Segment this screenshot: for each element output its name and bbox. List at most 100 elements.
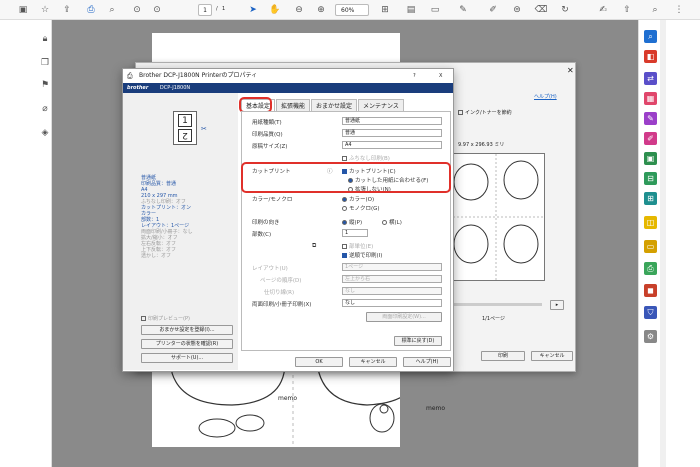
close-icon[interactable]: ✕ (567, 66, 574, 75)
border-line-select[interactable]: なし (342, 287, 442, 295)
properties-title-bar: ⎙ Brother DCP-J1800N Printerのプロパティ ? X (123, 69, 453, 83)
document-icon[interactable]: ▤ (404, 3, 418, 17)
page-indicator: 1/1ページ (482, 316, 505, 322)
note-icon[interactable]: ▭ (644, 240, 657, 253)
tab-maintenance[interactable]: メンテナンス (358, 99, 404, 111)
sticky-note-icon[interactable]: ✎ (456, 3, 470, 17)
next-page-button[interactable]: ▸ (550, 300, 564, 310)
scan-icon[interactable]: ⊟ (644, 172, 657, 185)
combine-icon[interactable]: ⊞ (644, 192, 657, 205)
search-tool-icon[interactable]: ⌕ (644, 30, 657, 43)
ok-button[interactable]: OK (295, 357, 343, 367)
page-slider[interactable] (452, 303, 542, 306)
sign-icon[interactable]: ✍ (596, 3, 610, 17)
zoom-in-icon[interactable]: ⊕ (314, 3, 328, 17)
comment-tool-icon[interactable]: ✐ (644, 132, 657, 145)
delete-icon[interactable]: ⌫ (534, 3, 548, 17)
ink-saver-checkbox[interactable]: インク/トナーを節約 (458, 109, 512, 116)
page-order-select[interactable]: 左上から右 (342, 275, 442, 283)
duplex-select[interactable]: なし (342, 299, 442, 307)
share-icon[interactable]: ⇧ (620, 3, 634, 17)
more-tools-icon[interactable]: ⚙ (644, 330, 657, 343)
stamp-icon[interactable]: ⊜ (510, 3, 524, 17)
restore-default-button[interactable]: 標準に戻す(D) (394, 336, 442, 346)
model-name: DCP-J1800N (159, 85, 191, 91)
register-preset-button[interactable]: おまかせ設定を登録(I)... (141, 325, 233, 335)
settings-summary-pane: 1 2 ✂ 普通紙 印刷品質：普通 A4 210 x 297 mm ふちなし印刷… (123, 93, 238, 370)
info-line: 透かし：オフ (141, 253, 172, 259)
printer-icon: ⎙ (127, 72, 133, 80)
orientation-label: 印刷の向き (252, 220, 280, 226)
page-total: 1 (222, 6, 226, 12)
print-button[interactable]: 印刷 (481, 351, 525, 361)
print-icon[interactable]: ⎙ (84, 3, 98, 17)
check-status-button[interactable]: プリンターの状態を確認(R) (141, 339, 233, 349)
close-window-button[interactable]: X (439, 69, 442, 83)
attachment-icon[interactable]: ⌀ (38, 104, 52, 118)
comment-icon[interactable]: ▭ (428, 3, 442, 17)
reverse-order-checkbox[interactable]: 逆順で印刷(I) (342, 251, 382, 259)
cancel-print-button[interactable]: キャンセル (531, 351, 573, 361)
landscape-radio[interactable]: 横(L) (382, 218, 402, 226)
zoom-out-icon[interactable]: ⊖ (292, 3, 306, 17)
paper-size-text: 9.97 x 296.93 ミリ (458, 142, 505, 148)
protect-icon[interactable]: ⛉ (644, 306, 657, 319)
tab-advanced[interactable]: 拡張機能 (276, 99, 311, 111)
mono-radio[interactable]: モノクロ(G) (342, 204, 380, 212)
lock-icon[interactable]: 🔒︎ (38, 34, 52, 48)
fill-sign-icon[interactable]: ✎ (644, 112, 657, 125)
support-button[interactable]: サポート(U)... (141, 353, 233, 363)
copies-input[interactable]: 1 (342, 229, 368, 237)
search-tools-icon[interactable]: ⌕ (648, 3, 662, 17)
brand-logo: brother (127, 85, 149, 91)
print-quality-label: 印刷品質(Q) (252, 132, 283, 138)
upload-icon[interactable]: ⇪ (60, 3, 74, 17)
paper-preview-icon: 1 2 (173, 111, 197, 145)
help-button[interactable]: ヘルプ(H) (403, 357, 451, 367)
color-radio[interactable]: カラー(O) (342, 195, 374, 203)
bookmark-star-icon[interactable]: ☆ (38, 3, 52, 17)
print-preview-checkbox[interactable]: 印刷プレビュー(P) (141, 315, 190, 322)
settings-info-list: 普通紙 印刷品質：普通 A4 210 x 297 mm ふちなし印刷：オフ カッ… (141, 175, 193, 259)
printer-properties-dialog: ⎙ Brother DCP-J1800N Printerのプロパティ ? X b… (122, 68, 454, 372)
print-production-icon[interactable]: ⎙ (644, 262, 657, 275)
help-question-button[interactable]: ? (413, 69, 416, 83)
export-pdf-icon[interactable]: ⇄ (644, 72, 657, 85)
create-pdf-icon[interactable]: ◧ (644, 50, 657, 63)
page-number-input[interactable]: 1 (198, 4, 212, 16)
collate-checkbox[interactable]: 部単位(E) (342, 242, 373, 250)
page-down-icon[interactable]: ⊙ (150, 3, 164, 17)
media-type-select[interactable]: 普通紙 (342, 117, 442, 125)
search-icon[interactable]: ⌕ (105, 3, 119, 17)
paper-size-label: 原稿サイズ(Z) (252, 144, 288, 150)
paper-size-select[interactable]: A4 (342, 141, 442, 149)
more-icon[interactable]: ⋮ (672, 3, 686, 17)
compress-icon[interactable]: ◫ (644, 216, 657, 229)
help-link[interactable]: ヘルプ(H) (534, 93, 557, 100)
memo-text-right: memo (426, 405, 446, 412)
tools-scrollbar[interactable] (660, 20, 666, 467)
select-cursor-icon[interactable]: ➤ (246, 3, 260, 17)
page-up-icon[interactable]: ⊙ (130, 3, 144, 17)
pages-thumbnail-icon[interactable]: ❐ (38, 58, 52, 72)
redact-icon[interactable]: ◼ (644, 284, 657, 297)
save-icon[interactable]: ▣ (16, 3, 30, 17)
layout-label: レイアウト(U) (252, 266, 288, 272)
fit-page-icon[interactable]: ⊞ (378, 3, 392, 17)
print-quality-select[interactable]: 普通 (342, 129, 442, 137)
rotate-icon[interactable]: ↻ (558, 3, 572, 17)
duplex-settings-button[interactable]: 両面印刷設定(W)... (366, 312, 442, 322)
portrait-radio[interactable]: 縦(P) (342, 218, 362, 226)
zoom-level[interactable]: 60% (335, 4, 369, 16)
organize-pages-icon[interactable]: ▣ (644, 152, 657, 165)
tab-presets[interactable]: おまかせ設定 (311, 99, 358, 111)
hand-icon[interactable]: ✋ (268, 3, 282, 17)
bookmarks-icon[interactable]: ⚑ (38, 80, 52, 94)
left-navigation-pane: 🔒︎ ❐ ⚑ ⌀ ◈ (0, 20, 52, 467)
highlight-icon[interactable]: ✐ (486, 3, 500, 17)
layers-icon[interactable]: ◈ (38, 128, 52, 142)
cancel-button[interactable]: キャンセル (349, 357, 397, 367)
layout-select[interactable]: 1ページ (342, 263, 442, 271)
edit-pdf-icon[interactable]: ▦ (644, 92, 657, 105)
borderless-checkbox[interactable]: ふちなし印刷(B) (342, 154, 390, 162)
